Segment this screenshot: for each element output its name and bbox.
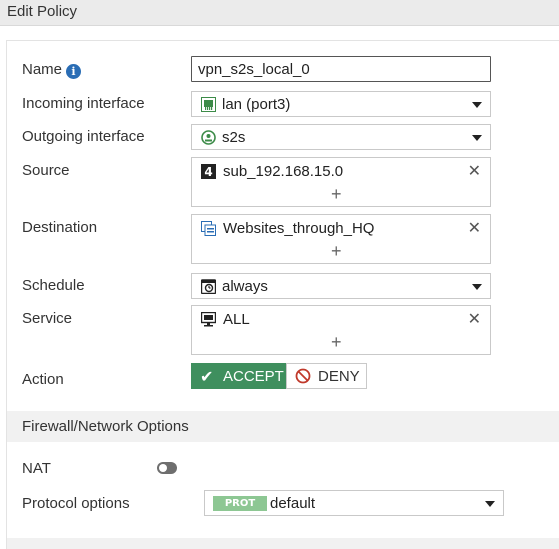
remove-source-icon[interactable]: ✕ [468,161,481,181]
ban-icon [295,368,311,384]
dialog-titlebar: Edit Policy [0,0,559,26]
service-value: ALL [223,311,250,328]
action-label: Action [22,371,64,388]
next-section-strip [7,538,559,549]
vpn-tunnel-icon [201,130,216,145]
source-field[interactable]: 4 sub_192.168.15.0 ✕ + [191,157,491,207]
outgoing-interface-select[interactable]: s2s [191,124,491,150]
check-icon: ✔ [200,369,214,386]
chevron-down-icon [472,284,482,290]
protocol-options-label: Protocol options [22,495,130,512]
source-value: sub_192.168.15.0 [223,163,344,180]
deny-label: DENY [318,368,360,385]
chevron-down-icon [472,135,482,141]
name-label-text: Name [22,61,63,78]
nat-label: NAT [22,460,51,477]
add-service-button[interactable]: + [331,332,342,353]
name-label: Name i [22,61,82,79]
add-source-button[interactable]: + [331,184,342,205]
svg-text:4: 4 [204,165,212,179]
name-input[interactable] [191,56,491,82]
schedule-value: always [222,278,268,295]
service-field[interactable]: ALL ✕ + [191,305,491,355]
accept-label: ACCEPT [223,368,284,385]
info-icon[interactable]: i [66,64,82,79]
destination-field[interactable]: Websites_through_HQ ✕ + [191,214,491,264]
ipv4-address-icon: 4 [201,164,216,179]
outgoing-interface-label: Outgoing interface [22,128,145,145]
schedule-label: Schedule [22,277,85,294]
service-icon [201,312,216,327]
prot-badge: PROT [213,496,267,511]
chevron-down-icon [472,102,482,108]
remove-service-icon[interactable]: ✕ [468,309,481,329]
source-label: Source [22,162,70,179]
schedule-icon [201,279,216,294]
address-group-icon [201,221,216,236]
destination-value: Websites_through_HQ [223,220,375,237]
add-destination-button[interactable]: + [331,241,342,262]
accept-button[interactable]: ✔ ACCEPT [191,363,287,389]
destination-label: Destination [22,219,98,236]
section-title: Firewall/Network Options [22,418,189,435]
remove-destination-icon[interactable]: ✕ [468,218,481,238]
toggle-knob [159,464,167,472]
incoming-interface-select[interactable]: lan (port3) [191,91,491,117]
dialog-title: Edit Policy [7,3,78,20]
firewall-network-options-header: Firewall/Network Options [7,411,559,442]
nat-toggle[interactable] [157,462,177,474]
schedule-select[interactable]: always [191,273,491,299]
service-label: Service [22,310,73,327]
protocol-options-value: default [270,495,316,512]
incoming-interface-label: Incoming interface [22,95,145,112]
protocol-options-select[interactable]: PROT default [204,490,504,516]
incoming-interface-value: lan (port3) [222,96,291,113]
outgoing-interface-value: s2s [222,129,246,146]
deny-button[interactable]: DENY [286,363,367,389]
network-port-icon [201,97,216,112]
chevron-down-icon [485,501,495,507]
